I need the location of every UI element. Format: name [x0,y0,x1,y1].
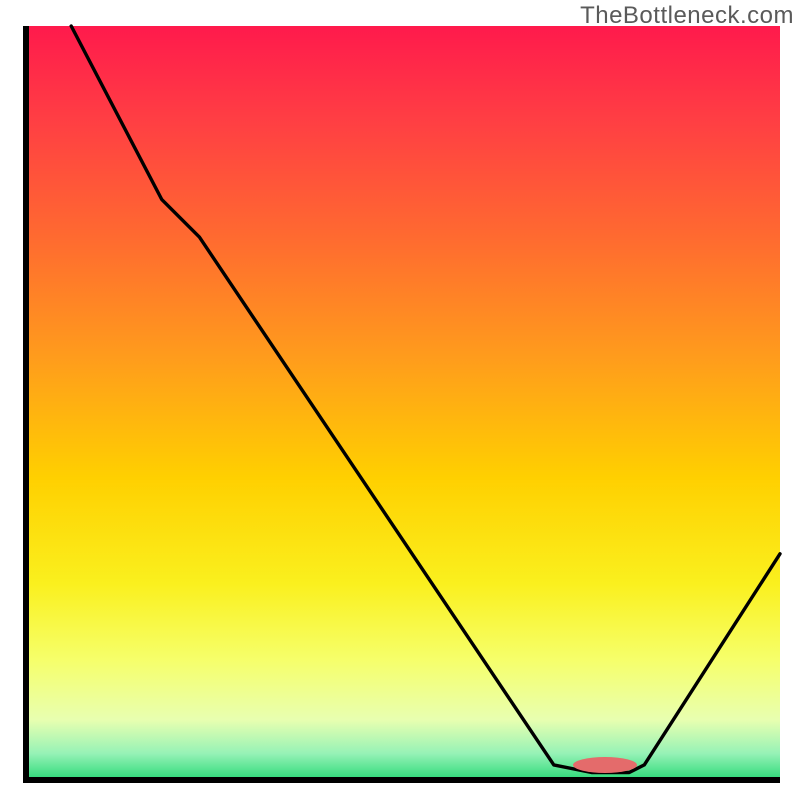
watermark-text: TheBottleneck.com [580,2,794,30]
bottleneck-chart [0,0,800,800]
heat-background [26,26,780,780]
optimum-marker [573,757,637,773]
